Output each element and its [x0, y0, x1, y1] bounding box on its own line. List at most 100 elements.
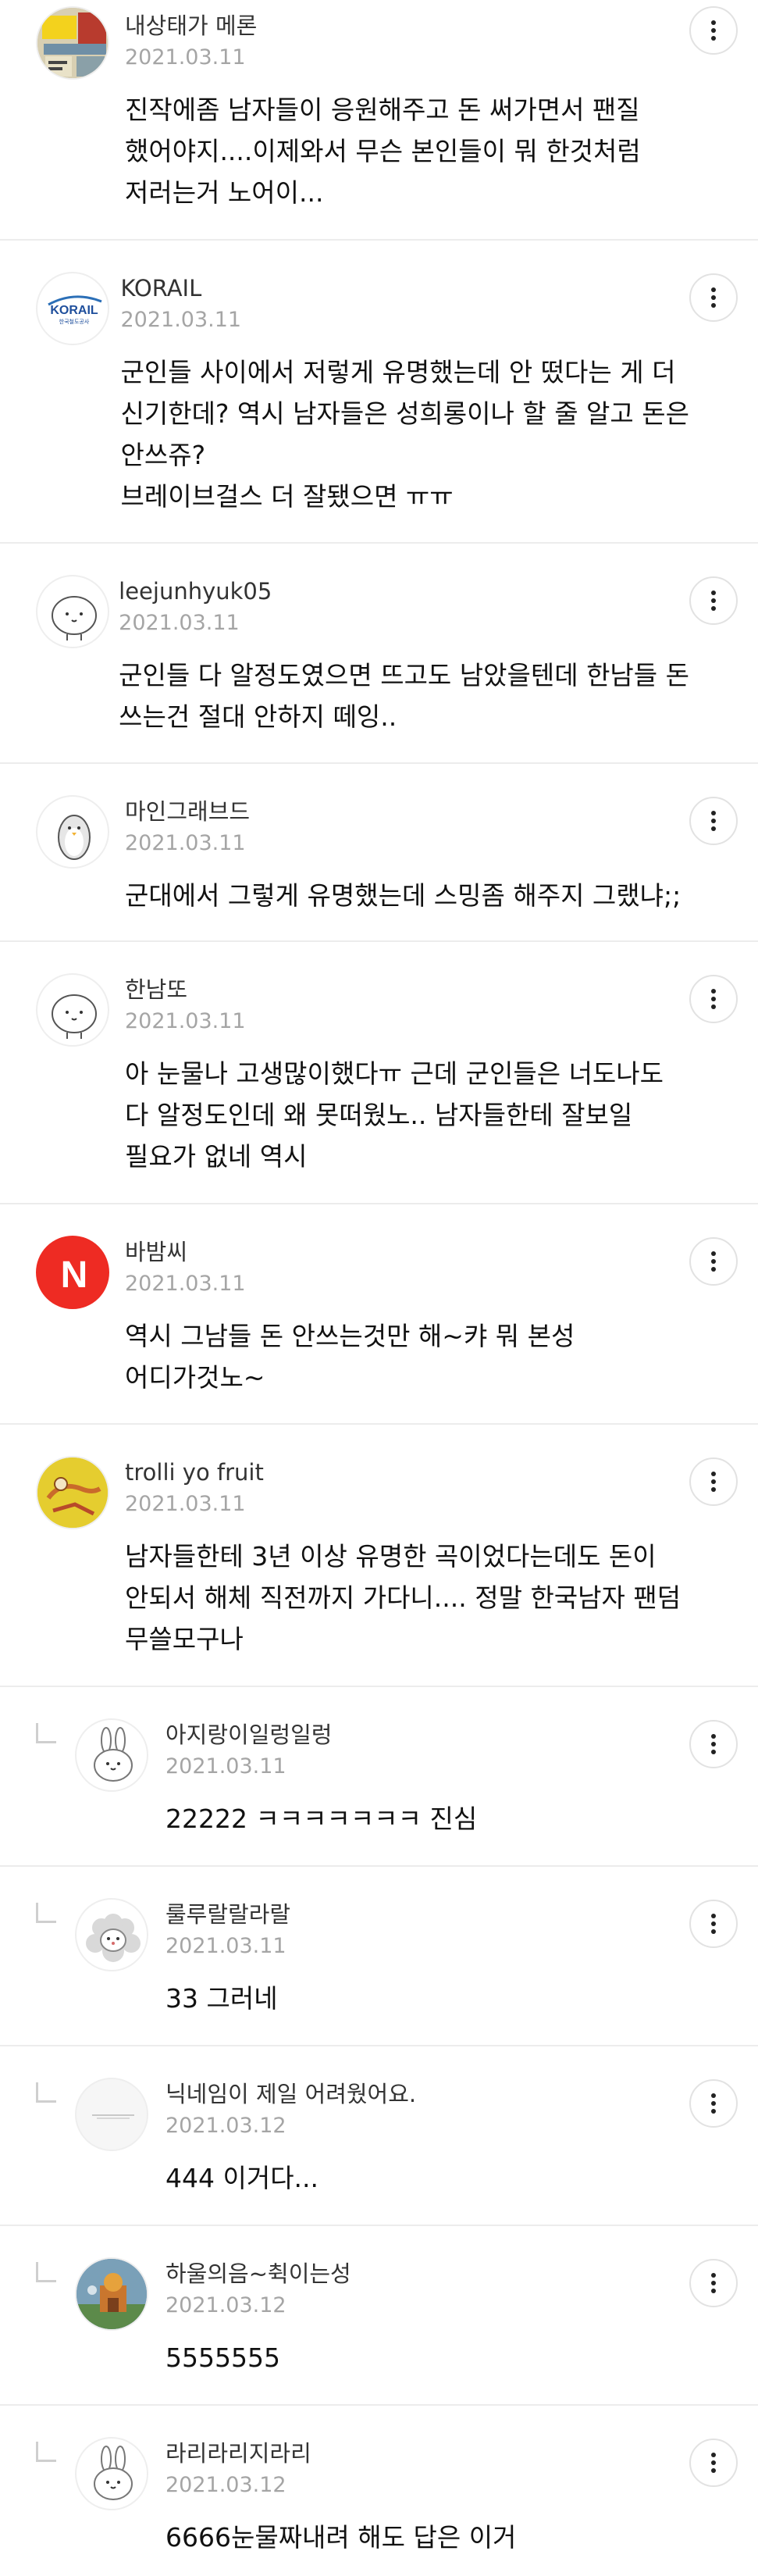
author-name[interactable]: 마인그래브드 [125, 797, 689, 826]
more-options-button[interactable] [689, 1720, 738, 1768]
comment-text: 아 눈물나 고생많이했다ㅠ 근데 군인들은 너도나도 다 알정도인데 왜 못떠웠… [125, 1058, 664, 1172]
avatar[interactable] [36, 1456, 109, 1529]
korail-logo-icon: KORAIL 한국철도공사 [48, 295, 102, 325]
more-icon [711, 2093, 716, 2098]
yellow-illustration-icon [37, 1457, 108, 1528]
reply-item: 룰루랄랄라랄 2021.03.11 33 그러네 [0, 1867, 758, 2046]
avatar[interactable]: N [36, 1236, 109, 1309]
comment-item: N 바밤씨 2021.03.11 역시 그남들 돈 안쓰는것만 해~캬 뭐 본성… [0, 1204, 758, 1425]
comment-text: 역시 그남들 돈 안쓰는것만 해~캬 뭐 본성 어디가것노~ [125, 1321, 575, 1393]
comment-date: 2021.03.12 [165, 2114, 286, 2138]
photo-avatar-castle-icon [77, 2259, 147, 2329]
more-icon [711, 1251, 716, 1256]
avatar[interactable] [75, 2257, 148, 2331]
blank-avatar-icon [92, 2114, 134, 2119]
comment-date: 2021.03.12 [165, 2473, 286, 2497]
more-options-button[interactable] [689, 2259, 738, 2307]
more-icon [711, 20, 716, 25]
avatar[interactable] [36, 973, 109, 1047]
author-name[interactable]: 라리라리지라리 [165, 2439, 689, 2468]
comment-text: 33 그러네 [165, 1983, 278, 2014]
avatar[interactable] [36, 6, 109, 80]
author-name[interactable]: 하울의음~췩이는성 [165, 2259, 689, 2289]
more-options-button[interactable] [689, 6, 738, 55]
more-icon [711, 1472, 716, 1476]
reply-indicator-icon [36, 2262, 56, 2282]
reply-indicator-icon [36, 2082, 56, 2103]
photo-avatar-yellow-sign-icon [37, 8, 108, 78]
reply-item: 하울의음~췩이는성 2021.03.12 5555555 [0, 2226, 758, 2406]
comment-text: 5555555 [165, 2342, 280, 2373]
round-creature-icon [52, 596, 97, 640]
comment-text: 군인들 사이에서 저렇게 유명했는데 안 떴다는 게 더 신기한데? 역시 남자… [120, 357, 689, 512]
bunny-icon [94, 1727, 133, 1782]
reply-indicator-icon [36, 1723, 56, 1743]
comment-text: 남자들한테 3년 이상 유명한 곡이었다는데도 돈이 안되서 해체 직전까지 가… [125, 1541, 681, 1654]
reply-item: 아지랑이일렁일렁 2021.03.11 22222 ㅋㅋㅋㅋㅋㅋㅋ 진심 [0, 1687, 758, 1867]
more-icon [711, 2273, 716, 2278]
penguin-icon [58, 815, 91, 860]
more-icon [711, 1734, 716, 1739]
comment-text: 진작에좀 남자들이 응원해주고 돈 써가면서 팬질 했어야지....이제와서 무… [125, 95, 641, 208]
author-name[interactable]: 아지랑이일렁일렁 [165, 1720, 689, 1750]
more-icon [711, 2453, 716, 2457]
more-options-button[interactable] [689, 1237, 738, 1286]
author-name[interactable]: 내상태가 메론 [125, 11, 689, 41]
comment-date: 2021.03.11 [120, 308, 242, 332]
comment-date: 2021.03.11 [125, 45, 246, 70]
more-options-button[interactable] [689, 1457, 738, 1506]
avatar[interactable] [75, 2078, 148, 2151]
comment-date: 2021.03.11 [125, 1492, 246, 1516]
avatar[interactable] [75, 1718, 148, 1792]
comment-text: 군인들 다 알정도였으면 뜨고도 남았을텐데 한남들 돈 쓰는건 절대 안하지 … [119, 660, 689, 732]
reply-indicator-icon [36, 2442, 56, 2462]
comment-text: 22222 ㅋㅋㅋㅋㅋㅋㅋ 진심 [165, 1804, 478, 1834]
reply-item: 닉네임이 제일 어려웠어요. 2021.03.12 444 이거다... [0, 2046, 758, 2226]
more-icon [711, 989, 716, 994]
more-icon [711, 1914, 716, 1918]
comment-text: 6666눈물짜내려 해도 답은 이거 [165, 2522, 517, 2553]
svg-text:N: N [61, 1254, 88, 1296]
avatar[interactable] [36, 795, 109, 869]
author-name[interactable]: 바밤씨 [125, 1237, 689, 1267]
author-name[interactable]: leejunhyuk05 [119, 576, 689, 606]
comment-item: 한남또 2021.03.11 아 눈물나 고생많이했다ㅠ 근데 군인들은 너도나… [0, 942, 758, 1204]
avatar[interactable] [75, 1898, 148, 1971]
comment-item: leejunhyuk05 2021.03.11 군인들 다 알정도였으면 뜨고도… [0, 544, 758, 764]
avatar[interactable] [75, 2437, 148, 2510]
more-options-button[interactable] [689, 975, 738, 1023]
comment-text: 444 이거다... [165, 2163, 319, 2193]
comment-date: 2021.03.11 [165, 1754, 286, 1779]
more-options-button[interactable] [689, 2439, 738, 2487]
author-name[interactable]: 닉네임이 제일 어려웠어요. [165, 2079, 689, 2109]
comment-feed: 내상태가 메론 2021.03.11 진작에좀 남자들이 응원해주고 돈 써가면… [0, 0, 758, 2574]
more-icon [711, 287, 716, 292]
avatar[interactable]: KORAIL 한국철도공사 [36, 272, 109, 345]
red-n-icon: N [37, 1237, 108, 1308]
more-options-button[interactable] [689, 576, 738, 625]
comment-item: 내상태가 메론 2021.03.11 진작에좀 남자들이 응원해주고 돈 써가면… [0, 0, 758, 241]
author-name[interactable]: 한남또 [125, 975, 689, 1004]
more-options-button[interactable] [689, 1900, 738, 1948]
sheep-icon [86, 1914, 141, 1962]
svg-text:KORAIL: KORAIL [50, 304, 98, 317]
comment-date: 2021.03.12 [165, 2293, 286, 2317]
more-icon [711, 811, 716, 815]
avatar[interactable] [36, 575, 109, 648]
author-name[interactable]: KORAIL [120, 273, 689, 303]
more-icon [711, 590, 716, 595]
comment-date: 2021.03.11 [165, 1934, 286, 1958]
author-name[interactable]: trolli yo fruit [125, 1457, 689, 1487]
round-creature-icon [52, 994, 97, 1039]
comment-item: KORAIL 한국철도공사 KORAIL 2021.03.11 군인들 사이에서… [0, 241, 758, 544]
more-options-button[interactable] [689, 797, 738, 845]
more-options-button[interactable] [689, 2079, 738, 2128]
reply-indicator-icon [36, 1903, 56, 1923]
svg-text:한국철도공사: 한국철도공사 [59, 318, 90, 325]
more-options-button[interactable] [689, 273, 738, 322]
author-name[interactable]: 룰루랄랄라랄 [165, 1900, 689, 1929]
bunny-icon [94, 2446, 133, 2500]
comment-text: 군대에서 그렇게 유명했는데 스밍좀 해주지 그랬냐;; [125, 880, 681, 911]
comment-date: 2021.03.11 [125, 1009, 246, 1033]
comment-item: 마인그래브드 2021.03.11 군대에서 그렇게 유명했는데 스밍좀 해주지… [0, 764, 758, 942]
